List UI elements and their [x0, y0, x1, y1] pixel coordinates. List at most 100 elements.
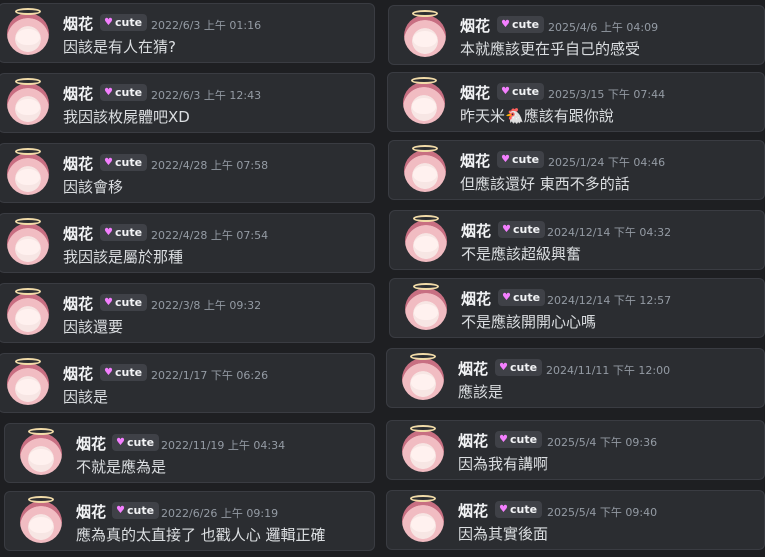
role-badge: ♥ cute: [100, 154, 148, 171]
timestamp: 2022/6/3 上午 01:16: [151, 19, 262, 32]
timestamp: 2024/12/14 下午 04:32: [547, 226, 672, 239]
username[interactable]: 烟花: [63, 293, 93, 314]
user-avatar[interactable]: [402, 495, 444, 542]
timestamp: 2024/11/11 下午 12:00: [546, 364, 671, 377]
role-badge: ♥ cute: [495, 359, 543, 376]
timestamp: 2025/5/4 下午 09:40: [547, 506, 658, 519]
username[interactable]: 烟花: [460, 150, 490, 171]
timestamp: 2022/4/28 上午 07:58: [151, 159, 269, 172]
user-avatar[interactable]: [405, 215, 447, 262]
role-badge: ♥ cute: [498, 221, 546, 238]
user-avatar[interactable]: [7, 148, 49, 195]
message-card[interactable]: 烟花 ♥ cute 2025/5/4 下午 09:36 因為我有講啊: [386, 420, 765, 480]
timestamp: 2022/1/17 下午 06:26: [151, 369, 269, 382]
timestamp: 2022/3/8 上午 09:32: [151, 299, 262, 312]
message-text: 應為真的太直接了 也戳人心 邏輯正確: [76, 526, 326, 544]
message-text: 因為我有講啊: [458, 455, 549, 473]
message-text: 昨天米🐔應該有跟你說: [460, 107, 614, 125]
message-text: 因該會移: [63, 178, 124, 196]
message-text: 我因該是屬於那種: [63, 248, 184, 266]
role-badge: ♥ cute: [497, 151, 545, 168]
heart-icon: ♥: [104, 366, 113, 378]
user-avatar[interactable]: [20, 428, 62, 475]
role-badge: ♥ cute: [100, 84, 148, 101]
username[interactable]: 烟花: [461, 220, 491, 241]
message-text: 我因該枚屍體吧XD: [63, 108, 190, 126]
heart-icon: ♥: [116, 436, 125, 448]
user-avatar[interactable]: [403, 77, 445, 124]
username[interactable]: 烟花: [458, 430, 488, 451]
user-avatar[interactable]: [402, 353, 444, 400]
message-text: 因該還要: [63, 318, 124, 336]
message-card[interactable]: 烟花 ♥ cute 2022/11/19 上午 04:34 不就是應為是: [4, 423, 375, 483]
timestamp: 2025/3/15 下午 07:44: [548, 88, 666, 101]
message-card[interactable]: 烟花 ♥ cute 2025/3/15 下午 07:44 昨天米🐔應該有跟你說: [387, 72, 765, 132]
message-text: 不是應該超級興奮: [461, 245, 582, 263]
message-text: 不就是應為是: [76, 458, 167, 476]
heart-icon: ♥: [104, 296, 113, 308]
username[interactable]: 烟花: [63, 363, 93, 384]
message-text: 但應該還好 東西不多的話: [460, 175, 630, 193]
username[interactable]: 烟花: [63, 153, 93, 174]
heart-icon: ♥: [502, 223, 511, 235]
role-badge: ♥ cute: [100, 364, 148, 381]
user-avatar[interactable]: [404, 145, 446, 192]
heart-icon: ♥: [104, 156, 113, 168]
heart-icon: ♥: [499, 503, 508, 515]
username[interactable]: 烟花: [76, 501, 106, 522]
user-avatar[interactable]: [402, 425, 444, 472]
role-badge: ♥ cute: [495, 431, 543, 448]
role-badge: ♥ cute: [498, 289, 546, 306]
username[interactable]: 烟花: [458, 500, 488, 521]
heart-icon: ♥: [501, 85, 510, 97]
message-card[interactable]: 烟花 ♥ cute 2022/6/3 上午 01:16 因該是有人在猜?: [0, 3, 375, 63]
username[interactable]: 烟花: [460, 15, 490, 36]
username[interactable]: 烟花: [461, 288, 491, 309]
message-card[interactable]: 烟花 ♥ cute 2022/4/28 上午 07:58 因該會移: [0, 143, 375, 203]
message-text: 因該是有人在猜?: [63, 38, 176, 56]
user-avatar[interactable]: [404, 10, 446, 57]
message-card[interactable]: 烟花 ♥ cute 2025/4/6 上午 04:09 本就應該更在乎自己的感受: [388, 5, 765, 65]
user-avatar[interactable]: [20, 496, 62, 543]
heart-icon: ♥: [116, 504, 125, 516]
user-avatar[interactable]: [7, 8, 49, 55]
message-card[interactable]: 烟花 ♥ cute 2022/6/3 上午 12:43 我因該枚屍體吧XD: [0, 73, 375, 133]
message-text: 因該是: [63, 388, 109, 406]
timestamp: 2022/6/3 上午 12:43: [151, 89, 262, 102]
timestamp: 2022/11/19 上午 04:34: [161, 439, 286, 452]
username[interactable]: 烟花: [63, 223, 93, 244]
chicken-emoji: 🐔: [505, 107, 524, 125]
timestamp: 2025/4/6 上午 04:09: [548, 21, 659, 34]
message-card[interactable]: 烟花 ♥ cute 2024/12/14 下午 12:57 不是應該開開心心嗎: [389, 278, 765, 338]
message-text: 本就應該更在乎自己的感受: [460, 40, 641, 58]
role-badge: ♥ cute: [497, 83, 545, 100]
message-card[interactable]: 烟花 ♥ cute 2025/1/24 下午 04:46 但應該還好 東西不多的話: [388, 140, 765, 200]
username[interactable]: 烟花: [458, 358, 488, 379]
message-card[interactable]: 烟花 ♥ cute 2024/12/14 下午 04:32 不是應該超級興奮: [389, 210, 765, 270]
message-card[interactable]: 烟花 ♥ cute 2022/4/28 上午 07:54 我因該是屬於那種: [0, 213, 375, 273]
message-card[interactable]: 烟花 ♥ cute 2022/1/17 下午 06:26 因該是: [0, 353, 375, 413]
username[interactable]: 烟花: [460, 82, 490, 103]
username[interactable]: 烟花: [76, 433, 106, 454]
heart-icon: ♥: [104, 16, 113, 28]
role-badge: ♥ cute: [112, 502, 160, 519]
timestamp: 2025/1/24 下午 04:46: [548, 156, 666, 169]
username[interactable]: 烟花: [63, 83, 93, 104]
role-badge: ♥ cute: [497, 16, 545, 33]
message-card[interactable]: 烟花 ♥ cute 2022/3/8 上午 09:32 因該還要: [0, 283, 375, 343]
user-avatar[interactable]: [7, 218, 49, 265]
message-card[interactable]: 烟花 ♥ cute 2024/11/11 下午 12:00 應該是: [386, 348, 765, 408]
timestamp: 2022/4/28 上午 07:54: [151, 229, 269, 242]
role-badge: ♥ cute: [495, 501, 543, 518]
message-card[interactable]: 烟花 ♥ cute 2025/5/4 下午 09:40 因為其實後面: [386, 490, 765, 550]
timestamp: 2022/6/26 上午 09:19: [161, 507, 279, 520]
user-avatar[interactable]: [7, 358, 49, 405]
user-avatar[interactable]: [7, 288, 49, 335]
user-avatar[interactable]: [7, 78, 49, 125]
heart-icon: ♥: [501, 18, 510, 30]
message-card[interactable]: 烟花 ♥ cute 2022/6/26 上午 09:19 應為真的太直接了 也戳人…: [4, 491, 375, 551]
user-avatar[interactable]: [405, 283, 447, 330]
heart-icon: ♥: [104, 86, 113, 98]
heart-icon: ♥: [499, 361, 508, 373]
username[interactable]: 烟花: [63, 13, 93, 34]
